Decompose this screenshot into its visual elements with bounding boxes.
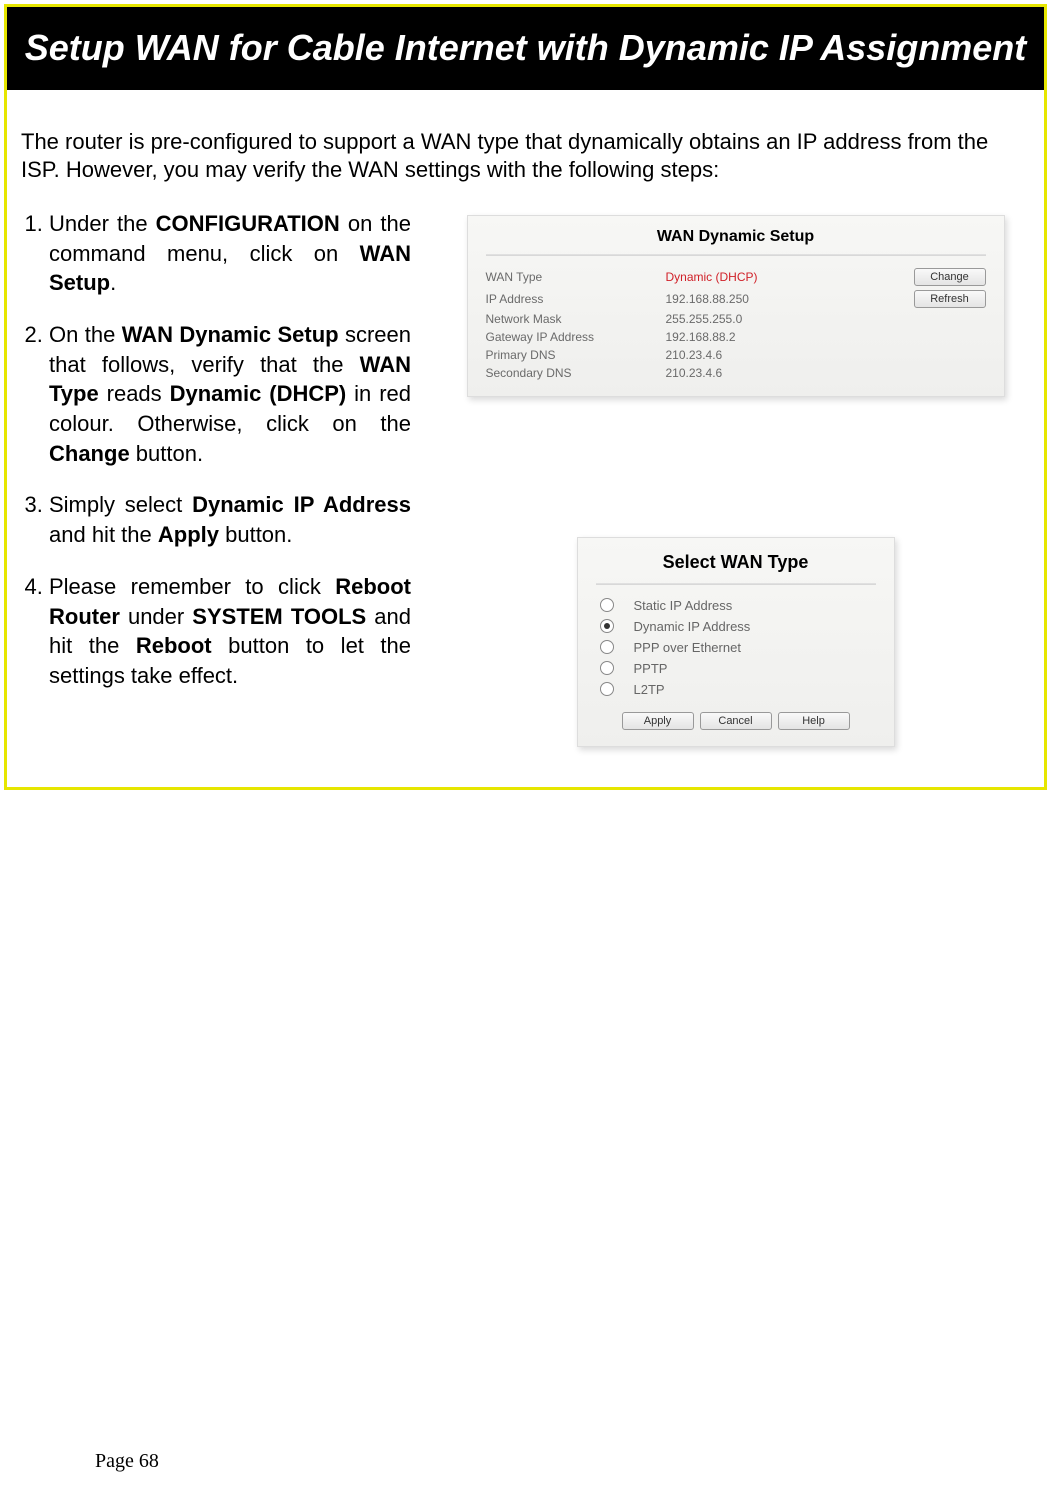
ip-address-value: 192.168.88.250 xyxy=(666,292,826,306)
radio-dynamic-ip[interactable]: Dynamic IP Address xyxy=(596,616,876,637)
gateway-label: Gateway IP Address xyxy=(486,330,666,344)
radio-pptp[interactable]: PPTP xyxy=(596,658,876,679)
refresh-button[interactable]: Refresh xyxy=(914,290,986,308)
steps-list: Under the CONFIGURATION on the command m… xyxy=(21,209,411,747)
radio-icon xyxy=(600,661,614,675)
radio-label: PPTP xyxy=(634,661,668,676)
shot1-title: WAN Dynamic Setup xyxy=(486,228,986,246)
step-1: Under the CONFIGURATION on the command m… xyxy=(49,209,411,298)
radio-label: L2TP xyxy=(634,682,665,697)
network-mask-value: 255.255.255.0 xyxy=(666,312,826,326)
shot2-title: Select WAN Type xyxy=(596,552,876,573)
step-4: Please remember to click Reboot Router u… xyxy=(49,572,411,691)
apply-button[interactable]: Apply xyxy=(622,712,694,730)
select-wan-type-screenshot: Select WAN Type Static IP Address Dynami… xyxy=(577,537,895,747)
step-2: On the WAN Dynamic Setup screen that fol… xyxy=(49,320,411,468)
gateway-value: 192.168.88.2 xyxy=(666,330,826,344)
page-title: Setup WAN for Cable Internet with Dynami… xyxy=(7,7,1044,90)
wan-type-value: Dynamic (DHCP) xyxy=(666,270,826,284)
cancel-button[interactable]: Cancel xyxy=(700,712,772,730)
ip-address-label: IP Address xyxy=(486,292,666,306)
page-number: Page 68 xyxy=(95,1450,159,1473)
radio-icon xyxy=(600,640,614,654)
radio-static-ip[interactable]: Static IP Address xyxy=(596,595,876,616)
secondary-dns-value: 210.23.4.6 xyxy=(666,366,826,380)
radio-label: PPP over Ethernet xyxy=(634,640,741,655)
primary-dns-label: Primary DNS xyxy=(486,348,666,362)
radio-label: Dynamic IP Address xyxy=(634,619,751,634)
primary-dns-value: 210.23.4.6 xyxy=(666,348,826,362)
wan-type-label: WAN Type xyxy=(486,270,666,284)
intro-text: The router is pre-configured to support … xyxy=(21,128,1030,185)
step-3: Simply select Dynamic IP Address and hit… xyxy=(49,490,411,549)
radio-icon xyxy=(600,682,614,696)
radio-icon xyxy=(600,619,614,633)
radio-l2tp[interactable]: L2TP xyxy=(596,679,876,700)
help-button[interactable]: Help xyxy=(778,712,850,730)
wan-dynamic-setup-screenshot: WAN Dynamic Setup WAN Type Dynamic (DHCP… xyxy=(467,215,1005,397)
radio-label: Static IP Address xyxy=(634,598,733,613)
network-mask-label: Network Mask xyxy=(486,312,666,326)
change-button[interactable]: Change xyxy=(914,268,986,286)
radio-icon xyxy=(600,598,614,612)
radio-ppp[interactable]: PPP over Ethernet xyxy=(596,637,876,658)
secondary-dns-label: Secondary DNS xyxy=(486,366,666,380)
